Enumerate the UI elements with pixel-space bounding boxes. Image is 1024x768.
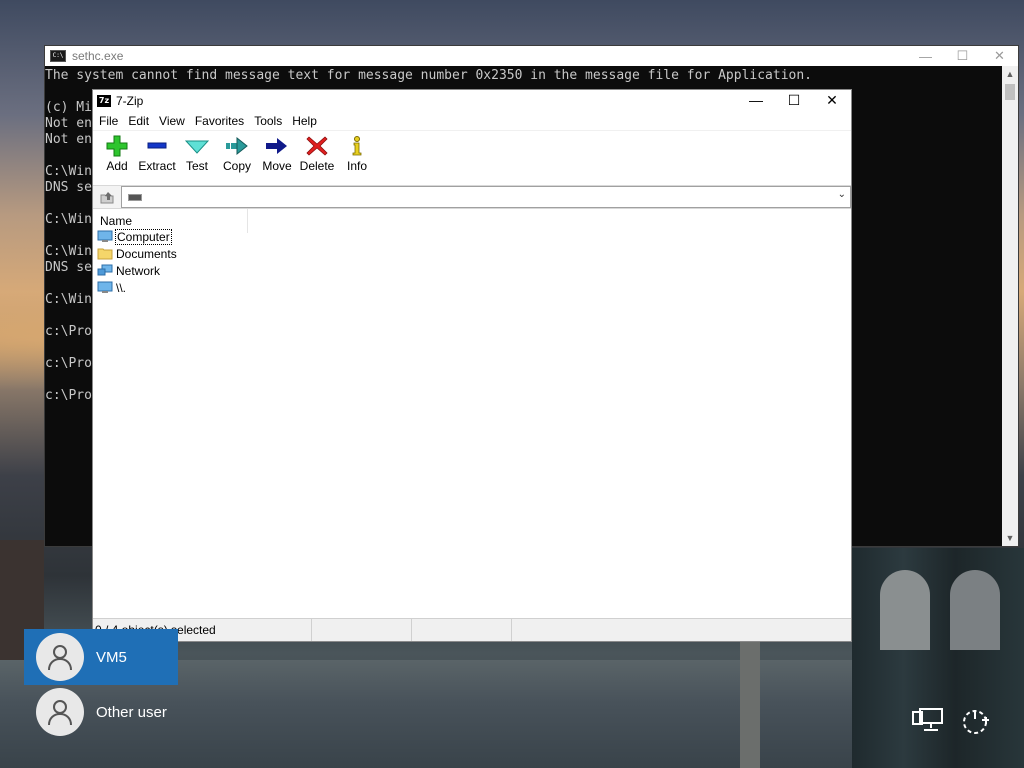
list-item-label: Documents	[116, 246, 177, 261]
bridge-arch	[950, 570, 1000, 650]
status-segment	[312, 619, 412, 641]
sevenzip-app-icon: 7z	[97, 94, 111, 107]
console-scrollbar[interactable]: ▲ ▼	[1002, 66, 1018, 546]
computer-icon	[97, 281, 113, 294]
copy-label: Copy	[222, 159, 251, 173]
power-icon[interactable]	[958, 706, 992, 736]
sevenzip-titlebar[interactable]: 7z 7-Zip — ☐ ✕	[93, 90, 851, 111]
console-close-button[interactable]: ✕	[981, 46, 1018, 66]
bridge-arch	[880, 570, 930, 650]
user-name: VM5	[96, 648, 127, 666]
move-label: Move	[262, 159, 292, 173]
sevenzip-window[interactable]: 7z 7-Zip — ☐ ✕ File Edit View Favorites …	[92, 89, 852, 642]
console-title: sethc.exe	[72, 49, 124, 63]
chevron-down-icon[interactable]: ⌄	[838, 189, 846, 200]
user-avatar-icon	[36, 633, 84, 681]
add-button[interactable]: Add	[97, 135, 137, 173]
folder-icon	[97, 247, 113, 260]
toolbar: Add Extract Test Copy Move Delete Info	[93, 130, 851, 185]
user-name: Other user	[96, 703, 167, 721]
test-label: Test	[185, 159, 208, 173]
menu-favorites[interactable]: Favorites	[191, 114, 250, 128]
menu-bar: File Edit View Favorites Tools Help	[93, 111, 851, 130]
status-bar: 0 / 4 object(s) selected	[93, 618, 851, 641]
list-item[interactable]: Documents	[97, 245, 178, 262]
console-line: The system cannot find message text for …	[45, 68, 813, 83]
network-icon[interactable]	[912, 706, 946, 736]
minimize-button[interactable]: —	[737, 90, 775, 110]
close-button[interactable]: ✕	[813, 90, 851, 110]
user-avatar-icon	[36, 688, 84, 736]
test-button[interactable]: Test	[177, 135, 217, 173]
add-label: Add	[106, 159, 128, 173]
extract-label: Extract	[138, 159, 176, 173]
copy-arrow-icon	[226, 136, 248, 156]
status-segment	[412, 619, 512, 641]
network-icon	[97, 264, 113, 277]
plus-icon	[106, 135, 128, 157]
console-app-icon: C:\	[50, 50, 66, 62]
maximize-button[interactable]: ☐	[775, 90, 813, 110]
address-combo[interactable]: ⌄	[121, 186, 851, 208]
delete-label: Delete	[299, 159, 335, 173]
address-bar: ⌄	[93, 185, 851, 209]
minus-icon	[147, 142, 167, 149]
list-item[interactable]: Computer	[97, 228, 178, 245]
move-button[interactable]: Move	[257, 135, 297, 173]
scroll-up-arrow-icon[interactable]: ▲	[1002, 66, 1018, 82]
copy-button[interactable]: Copy	[217, 135, 257, 173]
extract-button[interactable]: Extract	[137, 135, 177, 173]
background-pier	[740, 640, 760, 768]
status-segment	[512, 619, 851, 641]
move-arrow-icon	[266, 138, 287, 154]
console-maximize-button[interactable]: ☐	[944, 46, 981, 66]
drive-icon	[128, 193, 142, 201]
delete-x-icon	[306, 136, 328, 156]
info-button[interactable]: Info	[337, 135, 377, 173]
list-item[interactable]: \\.	[97, 279, 178, 296]
folder-up-icon	[100, 192, 114, 204]
folder-up-button[interactable]	[93, 186, 121, 208]
info-label: Info	[346, 159, 367, 173]
list-header: Name	[93, 209, 851, 233]
checkmark-icon	[185, 140, 209, 154]
scrollbar-thumb[interactable]	[1005, 84, 1015, 100]
menu-edit[interactable]: Edit	[124, 114, 155, 128]
list-item-label: Computer	[115, 228, 172, 245]
file-list[interactable]: Computer Documents Network \\.	[97, 228, 178, 296]
menu-view[interactable]: View	[155, 114, 191, 128]
list-item-label: Network	[116, 263, 161, 278]
menu-help[interactable]: Help	[288, 114, 323, 128]
menu-file[interactable]: File	[95, 114, 124, 128]
menu-tools[interactable]: Tools	[250, 114, 288, 128]
computer-icon	[97, 230, 113, 243]
delete-button[interactable]: Delete	[297, 135, 337, 173]
window-title: 7-Zip	[116, 93, 144, 108]
scroll-down-arrow-icon[interactable]: ▼	[1002, 530, 1018, 546]
console-titlebar[interactable]: C:\ sethc.exe — ☐ ✕	[45, 46, 1018, 66]
info-icon	[352, 136, 362, 156]
list-item[interactable]: Network	[97, 262, 178, 279]
user-tile-other[interactable]: Other user	[24, 684, 178, 740]
list-item-label: \\.	[116, 280, 127, 295]
user-tile-vm5[interactable]: VM5	[24, 629, 178, 685]
console-minimize-button[interactable]: —	[907, 46, 944, 66]
